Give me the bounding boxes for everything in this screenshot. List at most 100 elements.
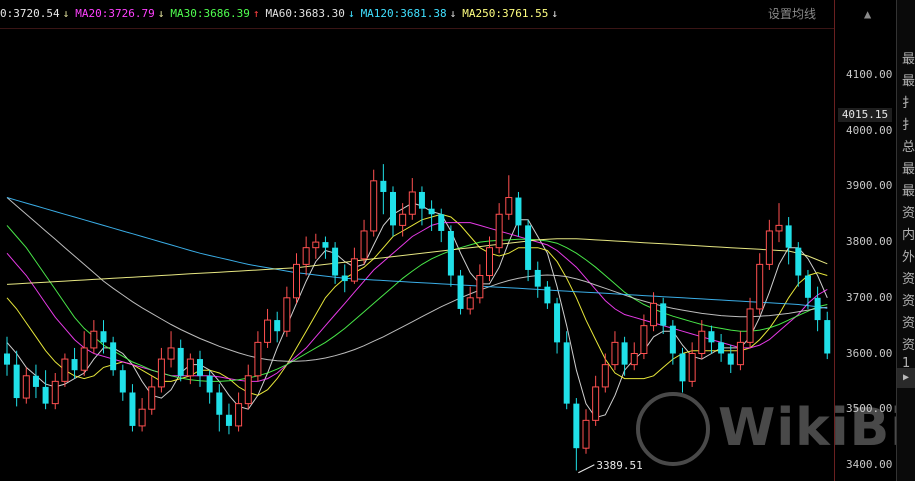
candle-body (119, 370, 126, 393)
candle-body (563, 342, 570, 404)
candle-body (621, 342, 628, 365)
candle-body (630, 353, 638, 366)
candle-body (746, 308, 754, 343)
candle-body (727, 353, 734, 365)
candle-body (350, 258, 358, 282)
candle (534, 261, 541, 298)
candle (679, 347, 686, 393)
candle (90, 320, 98, 354)
candle (197, 350, 203, 387)
price-tick-label: 4100.00 (846, 68, 893, 81)
candle (148, 375, 156, 415)
candle-body (90, 330, 98, 349)
side-panel-label: 最 (902, 52, 915, 67)
candle-body (573, 403, 580, 449)
candle (621, 336, 628, 376)
price-tick-label: 3600.00 (846, 346, 893, 360)
candle-body (71, 359, 78, 371)
candle (573, 398, 580, 471)
candle (525, 219, 532, 282)
price-tick-label: 4000.00 (846, 123, 893, 137)
candle-body (544, 286, 551, 304)
candle (824, 311, 831, 360)
candle-body (129, 392, 136, 426)
ma-line-ma5 (6, 202, 828, 419)
candle-body (592, 386, 600, 421)
candle-body (370, 180, 378, 232)
candle-body (457, 275, 464, 309)
candle (795, 242, 802, 287)
candle-body (167, 347, 175, 360)
side-panel-label: 1 (902, 356, 911, 371)
candle (505, 175, 513, 220)
candle-body (650, 302, 658, 327)
low-marker-arrow (578, 464, 595, 474)
side-panel-label: 资 (902, 338, 915, 353)
candle (515, 191, 522, 237)
ma-line-ma250 (6, 238, 828, 285)
candle-body (505, 197, 513, 215)
candle (746, 297, 754, 348)
side-panel-label: 外 (902, 250, 915, 265)
candle-body (206, 375, 213, 393)
watermark-text: WikiBit (718, 398, 915, 458)
candle-body (110, 342, 117, 371)
candle-body (177, 347, 184, 376)
candle-body (408, 191, 416, 215)
candle (486, 236, 493, 282)
candle-body (679, 353, 686, 382)
candle-body (302, 247, 310, 265)
candle-body (61, 358, 69, 382)
candle (157, 347, 165, 393)
candle (274, 311, 281, 343)
candle (216, 384, 223, 432)
candle (370, 169, 378, 237)
candle-body (148, 386, 156, 410)
candle (544, 281, 551, 309)
candle (71, 347, 78, 379)
candle-body (669, 325, 676, 354)
candle (582, 409, 590, 454)
expand-panel-icon[interactable]: ▶ (897, 368, 915, 388)
candle (601, 353, 609, 393)
candle (360, 219, 368, 265)
candle-body (534, 269, 541, 287)
side-panel-label: 最 (902, 184, 915, 199)
candle-body (244, 375, 252, 405)
candle-body (283, 297, 291, 332)
candle-body (814, 297, 821, 321)
price-tick-label: 3900.00 (846, 179, 893, 193)
candle-body (476, 275, 484, 299)
price-tick-label: 3800.00 (846, 235, 893, 249)
candle-body (225, 414, 232, 426)
side-panel-label: 扌 (902, 118, 915, 133)
candle-body (785, 225, 792, 248)
wikibit-logo-icon (636, 392, 710, 466)
candle-body (515, 197, 522, 226)
candle (611, 331, 619, 371)
candle (476, 264, 484, 304)
side-panel-label: 最 (902, 162, 915, 177)
candle-body (804, 275, 811, 298)
candle (727, 345, 734, 373)
candle (630, 342, 638, 371)
candle-body (525, 225, 532, 270)
side-panel-label: 资 (902, 316, 915, 331)
collapse-up-icon[interactable]: ▲ (864, 0, 871, 28)
candle-body (312, 241, 320, 249)
candle (283, 286, 291, 337)
candle-body (235, 403, 243, 427)
candle (341, 264, 348, 293)
candle (13, 350, 20, 407)
candle-body (264, 319, 272, 343)
candle (495, 203, 503, 254)
side-panel-label: 内 (902, 228, 915, 243)
candle (457, 269, 464, 315)
candle-body (216, 392, 223, 415)
candle (110, 336, 117, 376)
candle (293, 253, 300, 304)
candle-body (708, 331, 715, 343)
candle (660, 297, 667, 335)
side-panel-label: 最 (902, 74, 915, 89)
candle (42, 370, 49, 410)
